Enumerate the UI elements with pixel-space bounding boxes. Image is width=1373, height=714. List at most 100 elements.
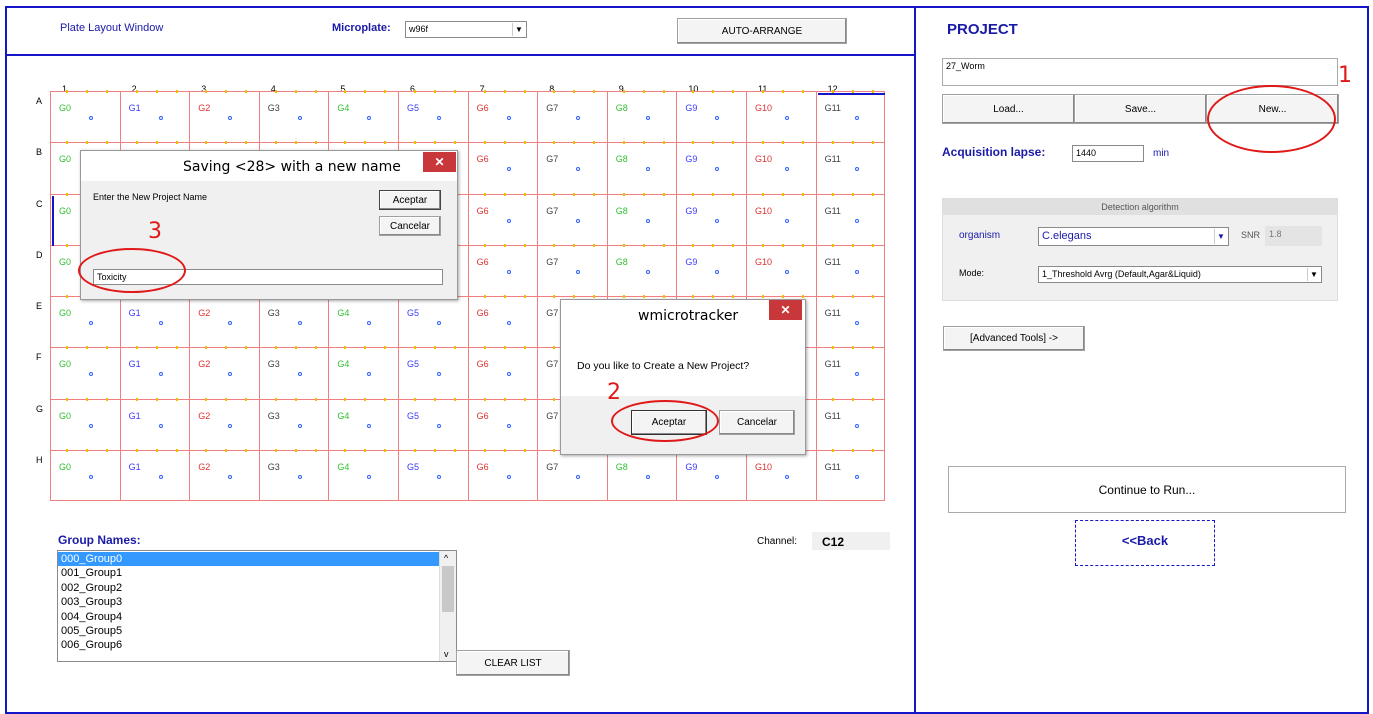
acquisition-lapse-input[interactable]: 1440 bbox=[1072, 145, 1144, 162]
scroll-up-icon[interactable]: ^ bbox=[444, 553, 448, 563]
plate-well[interactable]: G3 bbox=[258, 346, 329, 399]
group-names-list[interactable]: 000_Group0 001_Group1 002_Group2 003_Group3… bbox=[57, 550, 457, 662]
close-icon[interactable]: ✕ bbox=[769, 300, 802, 320]
plate-well[interactable]: G6 bbox=[467, 295, 538, 348]
plate-well[interactable]: G5 bbox=[398, 397, 468, 450]
list-item[interactable]: 000_Group0 bbox=[58, 552, 439, 567]
plate-well[interactable]: G6 bbox=[467, 243, 538, 296]
plate-well[interactable]: G8 bbox=[606, 192, 677, 245]
row-label[interactable]: D bbox=[36, 250, 43, 260]
plate-well[interactable]: G6 bbox=[467, 141, 538, 194]
plate-well[interactable]: G1 bbox=[119, 346, 190, 399]
plate-well[interactable]: G9 bbox=[676, 90, 746, 143]
list-item[interactable]: 004_Group4 bbox=[58, 610, 439, 624]
plate-well[interactable]: G4 bbox=[328, 295, 398, 348]
plate-well[interactable]: G5 bbox=[398, 346, 468, 399]
plate-well[interactable]: G0 bbox=[50, 295, 120, 348]
plate-well[interactable]: G9 bbox=[676, 243, 746, 296]
microplate-select[interactable]: w96f ▼ bbox=[405, 21, 527, 38]
row-label[interactable]: F bbox=[36, 352, 42, 362]
plate-well[interactable]: G4 bbox=[328, 346, 398, 399]
list-item[interactable]: 002_Group2 bbox=[58, 581, 439, 595]
plate-well[interactable]: G7 bbox=[537, 243, 607, 296]
plate-well[interactable]: G1 bbox=[119, 90, 190, 143]
project-name-field[interactable]: 27_Worm bbox=[942, 58, 1338, 86]
plate-well[interactable]: G2 bbox=[189, 397, 259, 450]
plate-well[interactable]: G8 bbox=[606, 243, 677, 296]
confirm-cancel-button[interactable]: Cancelar bbox=[719, 410, 795, 435]
plate-well[interactable]: G9 bbox=[676, 141, 746, 194]
plate-well[interactable]: G4 bbox=[328, 90, 398, 143]
plate-well[interactable]: G10 bbox=[746, 192, 816, 245]
plate-well[interactable]: G6 bbox=[467, 90, 538, 143]
plate-well[interactable]: G10 bbox=[746, 243, 816, 296]
mode-select[interactable]: 1_Threshold Avrg (Default,Agar&Liquid) ▼ bbox=[1038, 266, 1322, 283]
plate-well[interactable]: G11 bbox=[815, 192, 886, 245]
plate-well[interactable]: G3 bbox=[258, 295, 329, 348]
scroll-down-icon[interactable]: v bbox=[444, 649, 449, 659]
plate-well[interactable]: G11 bbox=[815, 346, 886, 399]
list-scrollbar[interactable]: ^ v bbox=[439, 551, 456, 661]
plate-well[interactable]: G1 bbox=[119, 448, 190, 501]
organism-select[interactable]: C.elegans ▼ bbox=[1038, 227, 1229, 246]
advanced-tools-button[interactable]: [Advanced Tools] -> bbox=[943, 326, 1085, 351]
scroll-thumb[interactable] bbox=[442, 566, 454, 612]
plate-well[interactable]: G3 bbox=[258, 397, 329, 450]
save-dialog-accept-button[interactable]: Aceptar bbox=[379, 190, 441, 210]
plate-well[interactable]: G8 bbox=[606, 448, 677, 501]
plate-well[interactable]: G4 bbox=[328, 448, 398, 501]
plate-well[interactable]: G6 bbox=[467, 192, 538, 245]
plate-well[interactable]: G2 bbox=[189, 90, 259, 143]
chevron-down-icon[interactable]: ▼ bbox=[1214, 229, 1227, 244]
plate-well[interactable]: G0 bbox=[50, 397, 120, 450]
plate-well[interactable]: G11 bbox=[815, 243, 886, 296]
plate-well[interactable]: G5 bbox=[398, 295, 468, 348]
plate-well[interactable]: G0 bbox=[50, 346, 120, 399]
plate-well[interactable]: G0 bbox=[50, 448, 120, 501]
plate-well[interactable]: G11 bbox=[815, 295, 886, 348]
auto-arrange-button[interactable]: AUTO-ARRANGE bbox=[677, 18, 847, 44]
save-button[interactable]: Save... bbox=[1074, 94, 1207, 124]
row-label[interactable]: G bbox=[36, 404, 43, 414]
plate-well[interactable]: G11 bbox=[815, 397, 886, 450]
plate-well[interactable]: G7 bbox=[537, 448, 607, 501]
plate-well[interactable]: G4 bbox=[328, 397, 398, 450]
close-icon[interactable]: ✕ bbox=[423, 152, 456, 172]
back-button[interactable]: <<Back bbox=[1075, 520, 1215, 566]
plate-well[interactable]: G8 bbox=[606, 90, 677, 143]
plate-well[interactable]: G6 bbox=[467, 448, 538, 501]
plate-well[interactable]: G7 bbox=[537, 192, 607, 245]
plate-well[interactable]: G2 bbox=[189, 346, 259, 399]
chevron-down-icon[interactable]: ▼ bbox=[1307, 268, 1320, 281]
plate-well[interactable]: G5 bbox=[398, 90, 468, 143]
plate-well[interactable]: G1 bbox=[119, 397, 190, 450]
plate-well[interactable]: G11 bbox=[815, 141, 886, 194]
plate-well[interactable]: G2 bbox=[189, 448, 259, 501]
plate-well[interactable]: G8 bbox=[606, 141, 677, 194]
plate-well[interactable]: G0 bbox=[50, 90, 120, 143]
list-item[interactable]: 006_Group6 bbox=[58, 638, 439, 652]
list-item[interactable]: 005_Group5 bbox=[58, 624, 439, 638]
row-label[interactable]: C bbox=[36, 199, 43, 209]
plate-well[interactable]: G10 bbox=[746, 141, 816, 194]
list-item[interactable]: 001_Group1 bbox=[58, 566, 439, 580]
row-label[interactable]: E bbox=[36, 301, 42, 311]
plate-well[interactable]: G9 bbox=[676, 192, 746, 245]
plate-well[interactable]: G10 bbox=[746, 90, 816, 143]
plate-well[interactable]: G5 bbox=[398, 448, 468, 501]
list-item[interactable]: 003_Group3 bbox=[58, 595, 439, 609]
clear-list-button[interactable]: CLEAR LIST bbox=[456, 650, 570, 676]
plate-well[interactable]: G10 bbox=[746, 448, 816, 501]
plate-well[interactable]: G9 bbox=[676, 448, 746, 501]
row-label[interactable]: B bbox=[36, 147, 42, 157]
row-label[interactable]: H bbox=[36, 455, 43, 465]
chevron-down-icon[interactable]: ▼ bbox=[512, 23, 525, 36]
save-dialog-cancel-button[interactable]: Cancelar bbox=[379, 216, 441, 236]
plate-well[interactable]: G7 bbox=[537, 141, 607, 194]
plate-well[interactable]: G3 bbox=[258, 90, 329, 143]
plate-well[interactable]: G7 bbox=[537, 90, 607, 143]
plate-well[interactable]: G11 bbox=[815, 90, 886, 143]
plate-well[interactable]: G11 bbox=[815, 448, 886, 501]
plate-well[interactable]: G1 bbox=[119, 295, 190, 348]
plate-well[interactable]: G2 bbox=[189, 295, 259, 348]
